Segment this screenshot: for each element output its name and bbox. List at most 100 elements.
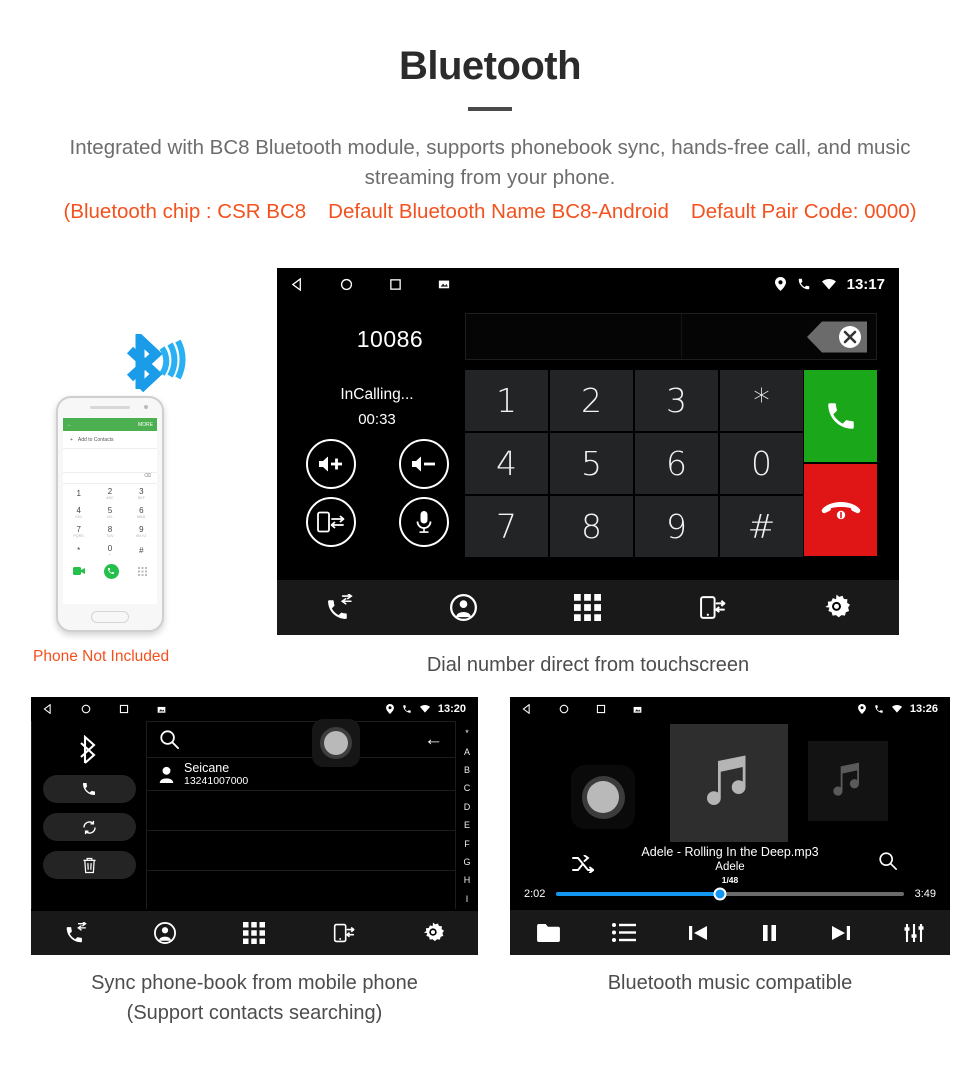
keypad-key-3[interactable]: 3 [635,370,718,431]
answer-call-button[interactable] [804,370,877,462]
screenshot-icon[interactable] [633,705,642,714]
phone-key-0: 0 + [107,544,113,557]
alpha-index-B[interactable]: B [464,765,470,775]
back-icon[interactable] [291,277,304,291]
pause-icon[interactable] [760,922,779,944]
alpha-index-D[interactable]: D [464,802,471,812]
search-icon[interactable] [159,729,180,750]
alpha-index-C[interactable]: C [464,783,471,793]
equalizer-icon[interactable] [903,922,925,944]
progress-thumb[interactable] [713,887,727,901]
alpha-index-H[interactable]: H [464,875,471,885]
phonebook-caption-line2: (Support contacts searching) [126,1002,383,1024]
dialer-clock: 13:17 [846,275,885,293]
album-art-current [670,724,788,842]
wifi-icon [891,705,902,713]
keypad-key-8[interactable]: 8 [550,496,633,557]
contacts-icon[interactable] [450,594,478,621]
keypad-key-7[interactable]: 7 [465,496,548,557]
dialer-caption: Dial number direct from touchscreen [426,654,750,676]
keypad-key-4[interactable]: 4 [465,433,548,494]
phone-number-area [63,449,157,473]
music-statusbar: 13:26 [510,697,950,721]
call-log-icon[interactable] [65,922,87,944]
playback-progress[interactable]: 2:02 3:49 [524,887,936,901]
phone-call-button [103,563,119,579]
playlist-icon[interactable] [611,923,636,942]
home-icon[interactable] [81,704,91,714]
audio-transfer-icon[interactable] [333,922,355,944]
keypad-key-9[interactable]: 9 [635,496,718,557]
title-divider [468,107,512,111]
keypad-key-hash[interactable]: # [720,496,803,557]
keypad-icon[interactable] [574,594,602,621]
contacts-icon[interactable] [154,922,177,944]
settings-icon[interactable] [823,594,851,621]
phone-body: ← MORE + Add to Contacts ⌫ 1 2 ABC 3 DEF 4 GHI… [56,396,164,632]
backspace-icon[interactable] [806,320,868,353]
alpha-index-E[interactable]: E [464,820,470,830]
phonebook-back-arrow[interactable]: ← [424,730,443,749]
phone-key-7: 7 PQRS [73,525,84,538]
list-item[interactable]: Seicane 13241007000 [147,758,456,791]
phonebook-delete-button[interactable] [42,851,136,879]
phonebook-sync-button[interactable] [42,813,136,841]
recents-icon[interactable] [389,278,402,291]
alpha-index-I[interactable]: I [466,894,469,904]
spec-chip: (Bluetooth chip : CSR BC8 [63,200,307,223]
recents-icon[interactable] [119,704,129,714]
back-icon[interactable] [43,704,53,714]
settings-icon[interactable] [422,922,445,944]
alphabet-index[interactable]: * A B C D E F G H I [456,721,478,911]
previous-icon[interactable] [687,922,709,944]
keypad-key-star[interactable]: * [720,370,803,431]
end-call-button[interactable] [804,464,877,556]
keypad-icon[interactable] [243,922,266,944]
phone-icon [797,277,811,291]
plus-icon: + [70,436,73,443]
phone-more-label: MORE [138,421,153,428]
home-icon[interactable] [559,704,569,714]
recents-icon[interactable] [596,704,606,714]
audio-transfer-icon[interactable] [305,497,356,547]
screenshot-icon[interactable] [438,278,450,290]
rotary-knob[interactable] [571,765,635,829]
alpha-index-A[interactable]: A [464,747,470,757]
add-contact-label: Add to Contacts [77,436,114,443]
rotary-knob[interactable] [312,719,360,767]
location-icon [774,277,786,291]
volume-down-icon[interactable] [398,439,449,489]
phone-key-6: 6 MNO [137,506,146,519]
phonebook-sidebar [31,721,147,911]
next-icon[interactable] [830,922,852,944]
alpha-index-G[interactable]: G [463,857,470,867]
keypad-key-5[interactable]: 5 [550,433,633,494]
alpha-index-star[interactable]: * [465,728,469,738]
phone-keypad-icon [138,566,148,576]
call-timer: 00:33 [358,411,396,428]
contact-search-bar[interactable]: ← [147,719,456,767]
contact-row-empty [147,831,456,871]
volume-up-icon[interactable] [305,439,356,489]
keypad-key-6[interactable]: 6 [635,433,718,494]
keypad-key-1[interactable]: 1 [465,370,548,431]
phonebook-navbar [31,911,478,955]
phonebook-call-button[interactable] [42,775,136,803]
phonebook-screenshot: 13:20 ← Seicane 13241007000 * A B C D E … [31,697,478,955]
mute-mic-icon[interactable] [398,497,449,547]
phonebook-caption: Sync phone-book from mobile phone (Suppo… [31,968,478,1028]
page-title: Bluetooth [398,44,582,88]
keypad-key-0[interactable]: 0 [720,433,803,494]
screenshot-icon[interactable] [157,705,166,714]
home-icon[interactable] [340,278,353,291]
bluetooth-icon [118,334,188,392]
alpha-index-F[interactable]: F [464,839,470,849]
back-icon[interactable] [522,704,532,714]
progress-bar[interactable] [556,887,904,901]
call-log-icon[interactable] [326,594,353,621]
phone-videocall-icon [72,567,85,575]
dial-input-field[interactable] [465,313,877,360]
folder-icon[interactable] [536,923,561,943]
audio-transfer-icon[interactable] [699,594,726,621]
keypad-key-2[interactable]: 2 [550,370,633,431]
